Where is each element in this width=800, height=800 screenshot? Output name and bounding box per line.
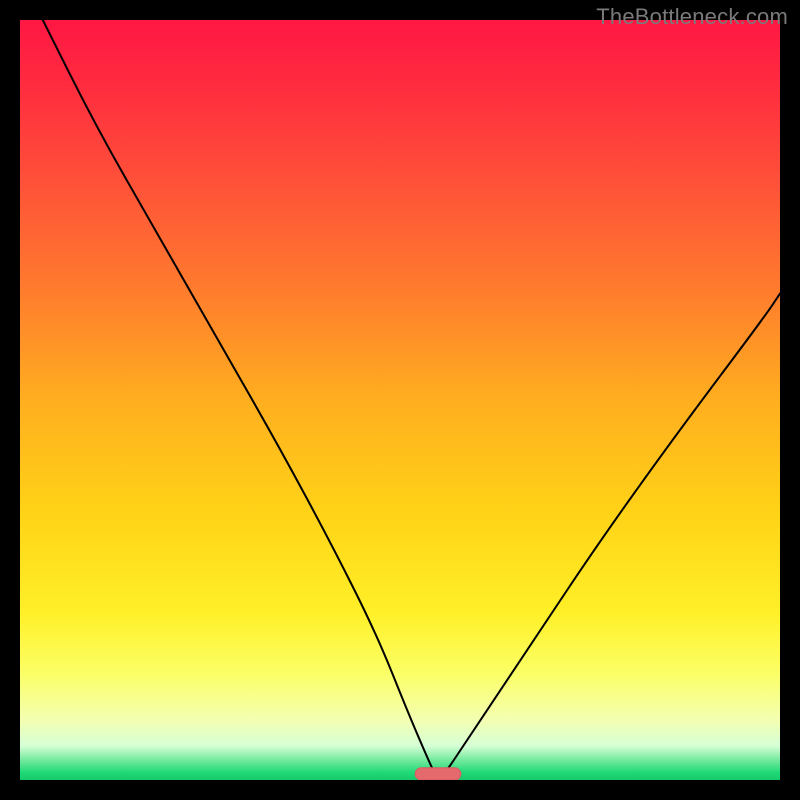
source-attribution: TheBottleneck.com bbox=[596, 4, 788, 30]
bottleneck-chart bbox=[20, 20, 780, 780]
chart-frame: TheBottleneck.com bbox=[0, 0, 800, 800]
optimum-marker bbox=[415, 768, 461, 780]
chart-background bbox=[20, 20, 780, 780]
